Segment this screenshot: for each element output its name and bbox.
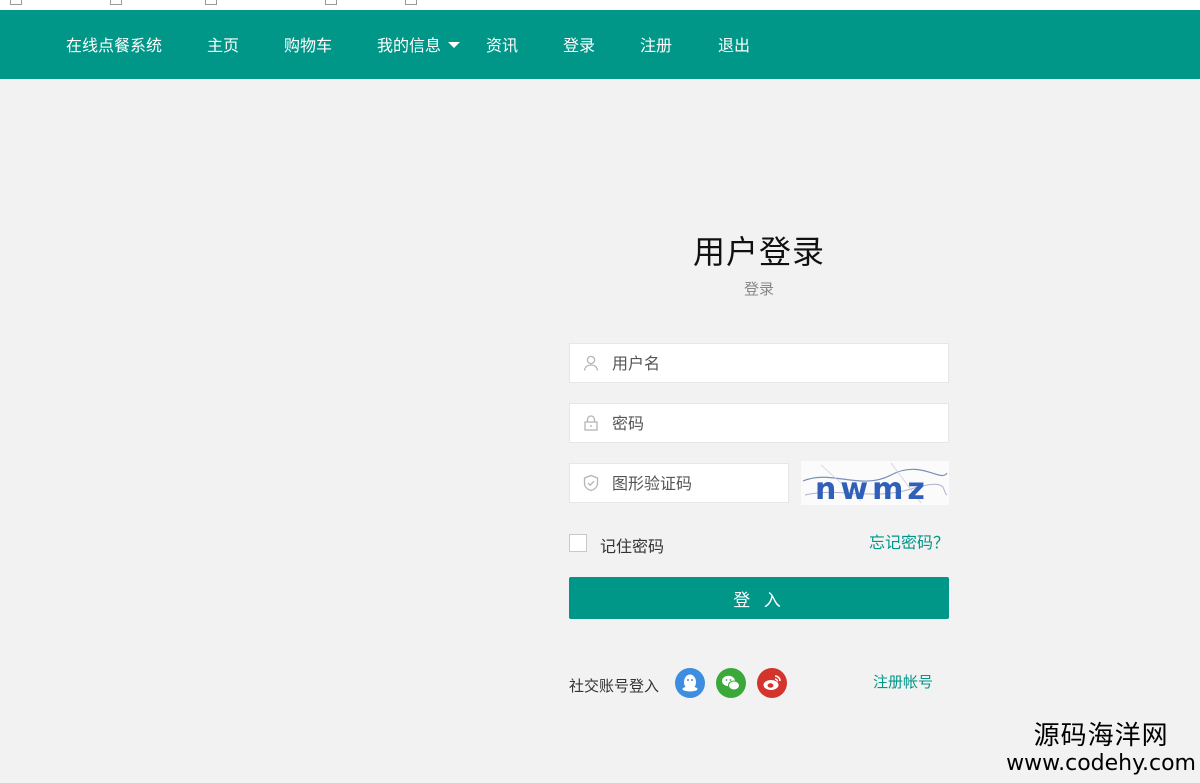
remember-label: 记住密码: [600, 537, 665, 556]
login-button[interactable]: 登 入: [569, 577, 949, 619]
top-navbar: 在线点餐系统 主页 购物车 我的信息 资讯 登录 注册 退出: [0, 10, 1200, 79]
page-title: 用户登录: [692, 233, 825, 271]
remember-checkbox[interactable]: [569, 534, 587, 552]
nav-my-info-label: 我的信息: [377, 36, 442, 55]
nav-login[interactable]: 登录: [563, 10, 595, 79]
captcha-graphic: nwmz: [801, 461, 949, 505]
user-icon: [583, 355, 599, 371]
watermark-url: www.codehy.com: [1006, 751, 1196, 776]
qq-icon: [682, 674, 698, 692]
weibo-icon: [763, 675, 781, 690]
wechat-login-button[interactable]: [716, 668, 746, 698]
chevron-down-icon: [448, 42, 461, 48]
brand-link[interactable]: 在线点餐系统: [66, 10, 162, 79]
captcha-field: [569, 463, 789, 503]
username-input[interactable]: [612, 344, 938, 382]
qq-login-button[interactable]: [675, 668, 705, 698]
password-input[interactable]: [612, 404, 938, 442]
weibo-login-button[interactable]: [757, 668, 787, 698]
captcha-input[interactable]: [612, 464, 778, 502]
captcha-image[interactable]: nwmz: [801, 461, 949, 505]
forgot-password-link[interactable]: 忘记密码？: [869, 529, 949, 553]
nav-register[interactable]: 注册: [640, 10, 672, 79]
register-account-link[interactable]: 注册帐号: [873, 671, 933, 692]
password-field: [569, 403, 949, 443]
wechat-icon: [722, 675, 740, 691]
lock-icon: [584, 415, 598, 431]
nav-my-info[interactable]: 我的信息: [377, 10, 461, 79]
username-field: [569, 343, 949, 383]
page-subtitle: 登录: [743, 280, 774, 298]
nav-news[interactable]: 资讯: [486, 10, 518, 79]
captcha-text: nwmz: [815, 472, 929, 505]
watermark: 源码海洋网 www.codehy.com: [1006, 721, 1196, 777]
nav-logout[interactable]: 退出: [718, 10, 750, 79]
nav-home[interactable]: 主页: [207, 10, 239, 79]
nav-cart[interactable]: 购物车: [284, 10, 332, 79]
social-login-label: 社交账号登入: [569, 677, 660, 695]
shield-icon: [583, 474, 599, 492]
watermark-name: 源码海洋网: [1033, 721, 1169, 751]
